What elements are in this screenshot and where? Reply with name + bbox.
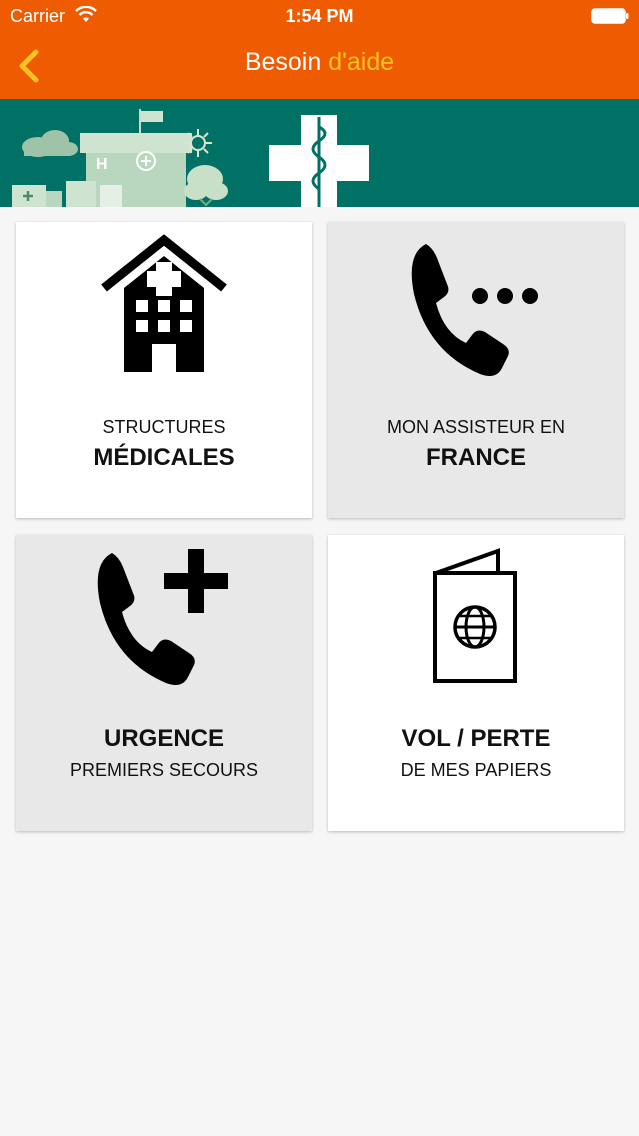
phone-dots-icon	[411, 244, 538, 376]
passport-icon	[433, 548, 517, 683]
tile-label-bottom: PREMIERS SECOURS	[69, 760, 259, 780]
tile-label-bottom: MÉDICALES	[93, 444, 235, 471]
sun-icon	[184, 129, 212, 157]
tile-urgence[interactable]: URGENCE PREMIERS SECOURS	[16, 535, 312, 831]
title-main: Besoin	[244, 48, 322, 76]
cloud-icon	[22, 130, 78, 157]
ambulance-icon	[12, 185, 62, 207]
tile-mon-assisteur[interactable]: MON ASSISTEUR EN FRANCE	[328, 222, 624, 518]
tile-label-bottom: FRANCE	[426, 444, 526, 471]
banner-illustration: H	[0, 99, 639, 207]
battery-icon	[591, 8, 629, 24]
title-accent: d'aide	[328, 48, 395, 76]
tile-label-top: VOL / PERTE	[401, 725, 551, 752]
tile-label-top: MON ASSISTEUR EN	[386, 417, 566, 437]
phone-plus-icon	[97, 549, 228, 685]
status-bar: Carrier 1:54 PM	[0, 0, 639, 32]
header: Carrier 1:54 PM Besoin d'aide	[0, 0, 639, 99]
page-title: Besoin d'aide	[0, 48, 639, 77]
svg-text:H: H	[96, 156, 108, 173]
tree-icon	[184, 165, 228, 207]
tile-label-top: URGENCE	[103, 725, 224, 752]
hospital-building-icon: H	[66, 109, 192, 207]
tile-structures-medicales[interactable]: STRUCTURES MÉDICALES	[16, 222, 312, 518]
tile-vol-perte[interactable]: VOL / PERTE DE MES PAPIERS	[328, 535, 624, 831]
tile-label-top: STRUCTURES	[102, 417, 226, 437]
hospital-icon	[101, 234, 227, 372]
medical-cross-icon	[269, 115, 369, 207]
status-time: 1:54 PM	[285, 6, 354, 26]
banner-art: H	[12, 109, 369, 207]
tile-label-bottom: DE MES PAPIERS	[400, 760, 552, 780]
